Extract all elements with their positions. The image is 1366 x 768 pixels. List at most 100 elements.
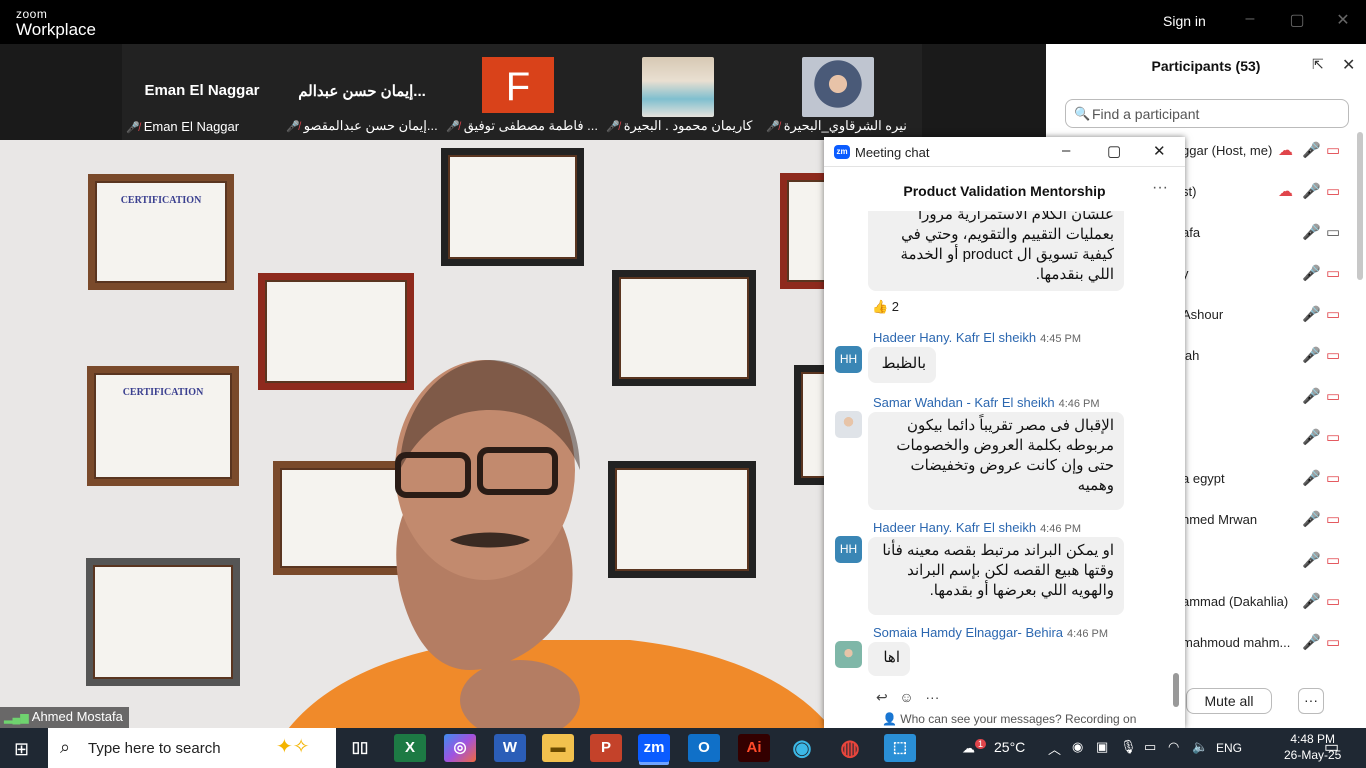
participants-scrollbar[interactable]: [1357, 132, 1363, 280]
video-tile[interactable]: 🎤̸ كاريمان محمود . البحيرة: [602, 44, 762, 140]
speaker-name-label: ▂▄▆ Ahmed Mostafa: [0, 707, 129, 728]
video-off-icon[interactable]: ▭: [1326, 264, 1340, 282]
video-off-icon[interactable]: ▭: [1326, 633, 1340, 651]
close-button[interactable]: ✕: [1333, 10, 1353, 30]
tile-label: 🎤̸ إيمان حسن عبدالمقصو...: [286, 118, 440, 134]
chat-more-icon[interactable]: ···: [1152, 179, 1168, 197]
mic-muted-icon[interactable]: 🎤: [1302, 469, 1321, 487]
taskbar-search-placeholder: Type here to search: [88, 740, 221, 757]
video-off-icon[interactable]: ▭: [1326, 305, 1340, 323]
participant-name: nmed Mrwan: [1182, 512, 1258, 527]
sign-in-link[interactable]: Sign in: [1163, 13, 1206, 29]
video-icon[interactable]: ▭: [1326, 223, 1340, 241]
close-panel-icon[interactable]: ✕: [1342, 55, 1355, 75]
mic-muted-icon[interactable]: 🎤: [1302, 387, 1321, 405]
temperature[interactable]: 25°C: [994, 739, 1025, 755]
language-indicator[interactable]: ENG: [1216, 741, 1242, 755]
more-icon[interactable]: ···: [925, 689, 939, 705]
sender-name: Somaia Hamdy Elnaggar- Behira: [873, 625, 1064, 640]
participant-search[interactable]: 🔍 Find a participant: [1065, 99, 1349, 128]
mic-muted-icon[interactable]: 🎤: [1302, 428, 1321, 446]
tile-label: 🎤̸ Eman El Naggar: [126, 119, 280, 134]
message-time: 4:46 PM: [1040, 523, 1082, 535]
mic-muted-icon[interactable]: 🎤: [1302, 633, 1321, 651]
video-off-icon[interactable]: ▭: [1326, 510, 1340, 528]
video-off-icon[interactable]: ▭: [1326, 141, 1340, 159]
video-off-icon[interactable]: ▭: [1326, 428, 1340, 446]
mic-muted-icon[interactable]: 🎤: [1302, 592, 1321, 610]
reaction[interactable]: 👍 2: [872, 299, 899, 315]
video-tile[interactable]: Eman El Naggar 🎤̸ Eman El Naggar: [122, 44, 282, 140]
video-tile[interactable]: F 🎤̸ فاطمة مصطفى توفيق ...: [442, 44, 602, 140]
excel-icon[interactable]: X: [394, 734, 426, 762]
mic-muted-icon[interactable]: 🎤: [1302, 182, 1321, 200]
chat-message: اها: [868, 642, 910, 676]
powerpoint-icon[interactable]: P: [590, 734, 622, 762]
word-icon[interactable]: W: [494, 734, 526, 762]
reply-icon[interactable]: ↩: [876, 689, 888, 705]
mic-muted-icon: 🎤̸: [446, 121, 460, 133]
record-tray-icon[interactable]: ◉: [1072, 739, 1083, 755]
speaker-name: Ahmed Mostafa: [31, 709, 123, 724]
copilot-icon[interactable]: ◎: [444, 734, 476, 762]
video-off-icon[interactable]: ▭: [1326, 346, 1340, 364]
mute-all-button[interactable]: Mute all: [1186, 688, 1272, 714]
speaker-video: CERTIFICATION CERTIFICATION: [0, 140, 824, 728]
mic-muted-icon[interactable]: 🎤: [1302, 346, 1321, 364]
participant-name: a egypt: [1182, 471, 1225, 486]
mic-muted-icon[interactable]: 🎤: [1302, 264, 1321, 282]
zoom-badge-icon: zm: [834, 145, 850, 159]
app-icon[interactable]: ⬚: [884, 734, 916, 762]
video-off-icon[interactable]: ▭: [1326, 592, 1340, 610]
video-tile[interactable]: إيمان حسن عبدالم... 🎤̸ إيمان حسن عبدالمقص…: [282, 44, 442, 140]
message-time: 4:46 PM: [1067, 628, 1109, 640]
windows-start-icon[interactable]: ⊞: [14, 739, 29, 760]
weather-icon[interactable]: ☁ 1: [962, 739, 987, 756]
mic-muted-icon: 🎤̸: [286, 121, 300, 133]
chat-close-button[interactable]: ✕: [1153, 142, 1166, 160]
mic-muted-icon[interactable]: 🎤: [1302, 551, 1321, 569]
sender-name: Hadeer Hany. Kafr El sheikh: [873, 330, 1037, 345]
chrome-icon[interactable]: ◍: [834, 734, 866, 762]
taskbar: ⊞ ⌕ Type here to search ✦✧ ▯▯ X ◎ W ▬ P …: [0, 728, 1366, 768]
minimize-button[interactable]: –: [1240, 10, 1260, 28]
emoji-icon[interactable]: ☺: [899, 689, 913, 705]
illustrator-icon[interactable]: Ai: [738, 734, 770, 762]
maximize-button[interactable]: ▢: [1287, 10, 1307, 30]
chat-scrollbar[interactable]: [1173, 673, 1179, 707]
logo-bottom: Workplace: [16, 20, 96, 39]
taskbar-search[interactable]: ⌕ Type here to search ✦✧: [48, 728, 336, 768]
zoom-app-icon[interactable]: zm: [638, 734, 670, 762]
participant-photo: [802, 57, 874, 117]
message-actions: ↩ ☺ ···: [876, 689, 939, 706]
video-off-icon[interactable]: ▭: [1326, 469, 1340, 487]
mic-muted-icon[interactable]: 🎤: [1302, 305, 1321, 323]
chat-recipient-title: Product Validation Mentorship: [903, 183, 1106, 199]
popout-icon[interactable]: ⇱: [1312, 56, 1324, 73]
chevron-up-icon[interactable]: ︿: [1048, 739, 1061, 758]
mic-muted-icon[interactable]: 🎤: [1302, 510, 1321, 528]
outlook-icon[interactable]: O: [688, 734, 720, 762]
video-off-icon[interactable]: ▭: [1326, 182, 1340, 200]
microphone-icon[interactable]: 🎙: [1120, 739, 1137, 755]
mic-muted-icon: 🎤̸: [766, 121, 780, 133]
mic-icon[interactable]: 🎤: [1302, 223, 1321, 241]
volume-icon[interactable]: 🔈: [1192, 739, 1208, 755]
video-off-icon[interactable]: ▭: [1326, 387, 1340, 405]
wifi-icon[interactable]: ◠: [1168, 739, 1179, 755]
camera-tray-icon[interactable]: ▣: [1096, 739, 1108, 755]
battery-icon[interactable]: ▭: [1144, 739, 1156, 755]
video-tile[interactable]: 🎤̸ نيره الشرقاوي_البحيرة: [762, 44, 922, 140]
video-off-icon[interactable]: ▭: [1326, 551, 1340, 569]
chat-privacy-note[interactable]: 👤 Who can see your messages? Recording o…: [882, 712, 1136, 726]
notification-icon[interactable]: ▭: [1324, 737, 1339, 757]
file-explorer-icon[interactable]: ▬: [542, 734, 574, 762]
more-options-button[interactable]: ···: [1298, 688, 1324, 714]
edge-icon[interactable]: ◉: [786, 734, 818, 762]
mic-muted-icon[interactable]: 🎤: [1302, 141, 1321, 159]
chat-minimize-button[interactable]: –: [1062, 142, 1070, 159]
task-view-icon[interactable]: ▯▯: [344, 734, 376, 762]
search-icon: ⌕: [60, 737, 71, 757]
chat-maximize-button[interactable]: ▢: [1107, 142, 1121, 160]
message-time: 4:45 PM: [1040, 333, 1082, 345]
